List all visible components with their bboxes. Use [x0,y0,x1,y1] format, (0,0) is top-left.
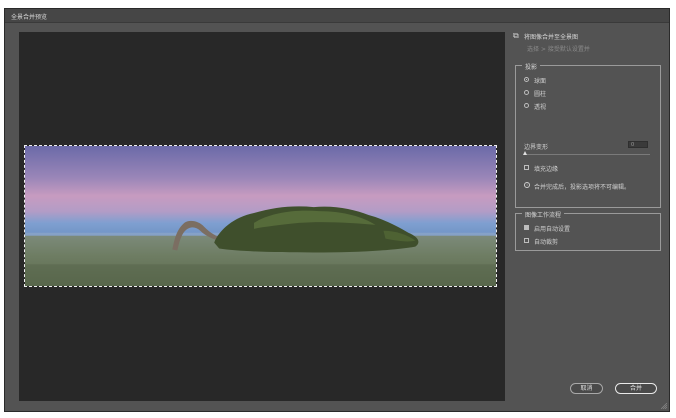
info-icon: i [524,182,530,188]
projection-legend: 投影 [522,62,541,71]
projection-group: 投影 球面 圆柱 透视 边界变形 0 填充边缘 i 合并完成后，投影选项将不可编… [515,62,661,208]
boundary-warp-input[interactable]: 0 [628,141,648,148]
auto-settings-checkbox[interactable] [524,225,529,230]
panorama-photo [25,146,496,286]
cancel-button[interactable]: 取消 [570,383,603,394]
auto-crop-checkbox[interactable] [524,238,529,243]
projection-radio-cylindrical[interactable] [524,90,529,95]
projection-label-perspective[interactable]: 透视 [534,102,546,111]
auto-settings-label[interactable]: 启用自动设置 [534,224,570,233]
boundary-warp-slider-thumb[interactable] [523,151,527,155]
options-panel: ⧉ 将图像合并至全景图 选择 > 接受默认设置并 投影 球面 圆柱 透视 边界变… [513,31,663,401]
projection-label-spherical[interactable]: 球面 [534,76,546,85]
projection-info-text: 合并完成后，投影选项将不可编辑。 [534,184,631,191]
panorama-preview-image [24,145,497,287]
boundary-warp-track[interactable] [524,154,650,155]
merge-button[interactable]: 合并 [615,383,657,394]
projection-radio-perspective[interactable] [524,103,529,108]
image-workflow-group: 图像工作流程 启用自动设置 自动裁剪 [515,210,661,251]
panorama-merge-dialog: 全景合并预览 ⧉ 将图像合并至全景图 选择 > 接受默认设置并 投影 球面 圆柱… [4,8,670,412]
projection-label-cylindrical[interactable]: 圆柱 [534,89,546,98]
layers-icon: ⧉ [513,31,519,40]
boundary-warp-label: 边界变形 [524,144,549,151]
fill-edges-checkbox[interactable] [524,165,529,170]
fill-edges-label[interactable]: 填充边缘 [534,164,558,173]
merge-layers-hint: 选择 > 接受默认设置并 [527,46,590,53]
projection-radio-spherical[interactable] [524,77,529,82]
auto-crop-label[interactable]: 自动裁剪 [534,237,558,246]
preview-canvas [19,32,505,401]
resize-grip-icon[interactable] [661,403,667,409]
window-title: 全景合并预览 [11,14,48,21]
merge-layers-label[interactable]: 将图像合并至全景图 [524,32,578,41]
title-bar[interactable]: 全景合并预览 [5,9,669,23]
image-workflow-legend: 图像工作流程 [522,210,565,219]
